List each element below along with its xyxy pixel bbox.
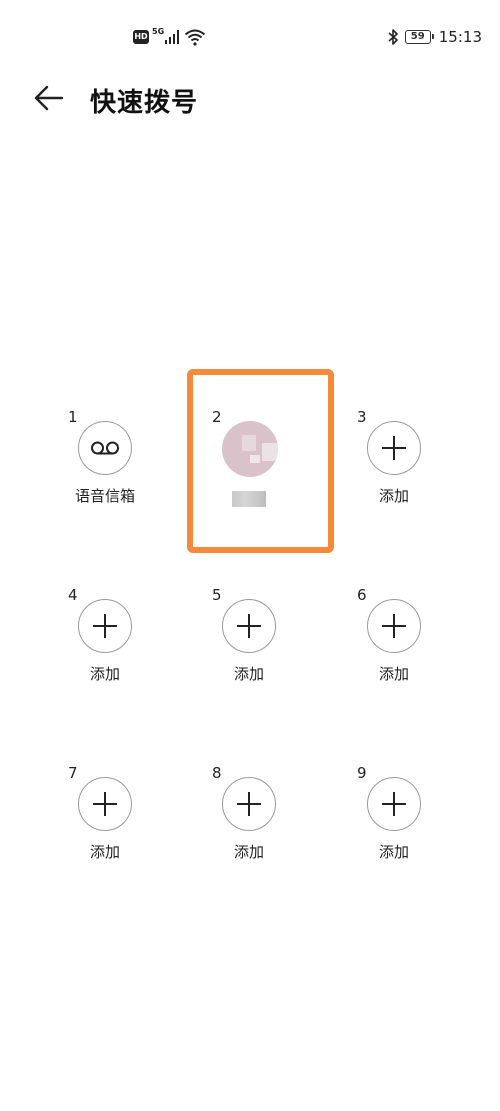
add-button[interactable] (78, 599, 132, 653)
wifi-icon (184, 29, 206, 46)
slot-number: 7 (68, 764, 78, 782)
slot-number: 9 (357, 764, 367, 782)
plus-icon (382, 614, 406, 638)
slot-label: 添加 (233, 843, 265, 861)
slot-number: 6 (357, 586, 367, 604)
status-time: 15:13 (438, 28, 482, 46)
speed-dial-slot-8[interactable]: 8 添加 (212, 764, 312, 884)
add-button[interactable] (367, 599, 421, 653)
speed-dial-slot-1[interactable]: 1 语音信箱 (68, 408, 168, 528)
speed-dial-slot-3[interactable]: 3 添加 (357, 408, 457, 528)
plus-icon (93, 614, 117, 638)
add-button[interactable] (78, 777, 132, 831)
slot-number: 1 (68, 408, 78, 426)
slot-number: 5 (212, 586, 222, 604)
app-header: 快速拨号 (0, 72, 500, 124)
slot-label: 添加 (233, 665, 265, 683)
plus-icon (237, 614, 261, 638)
add-button[interactable] (367, 421, 421, 475)
slot-label: 添加 (378, 665, 410, 683)
slot-label: 添加 (378, 843, 410, 861)
network-type: 5G (152, 26, 165, 36)
add-button[interactable] (222, 599, 276, 653)
speed-dial-slot-2[interactable]: 2 (212, 408, 312, 528)
battery-icon: 59 (404, 30, 434, 44)
speed-dial-slot-5[interactable]: 5 添加 (212, 586, 312, 706)
contact-name-redacted (232, 491, 266, 507)
slot-number: 4 (68, 586, 78, 604)
hd-badge: HD (133, 30, 149, 44)
speed-dial-slot-7[interactable]: 7 添加 (68, 764, 168, 884)
slot-number: 8 (212, 764, 222, 782)
bluetooth-icon (388, 29, 398, 45)
plus-icon (382, 792, 406, 816)
slot-number: 3 (357, 408, 367, 426)
back-arrow-icon (34, 85, 64, 111)
speed-dial-slot-9[interactable]: 9 添加 (357, 764, 457, 884)
contact-avatar[interactable] (222, 421, 278, 477)
status-bar-left: HD 5G (133, 26, 206, 48)
status-bar-right: 59 15:13 (387, 26, 482, 48)
signal-strength-icon (165, 30, 180, 44)
add-button[interactable] (367, 777, 421, 831)
slot-number: 2 (212, 408, 222, 426)
back-button[interactable] (30, 80, 68, 116)
speed-dial-slot-6[interactable]: 6 添加 (357, 586, 457, 706)
plus-icon (237, 792, 261, 816)
slot-label: 添加 (89, 843, 121, 861)
slot-label: 语音信箱 (74, 487, 136, 505)
plus-icon (382, 436, 406, 460)
slot-label: 添加 (378, 487, 410, 505)
voicemail-icon (91, 441, 119, 455)
plus-icon (93, 792, 117, 816)
slot-label: 添加 (89, 665, 121, 683)
status-bar: HD 5G 59 15:13 (0, 0, 500, 60)
add-button[interactable] (222, 777, 276, 831)
speed-dial-slot-4[interactable]: 4 添加 (68, 586, 168, 706)
slot-button[interactable] (78, 421, 132, 475)
page-title: 快速拨号 (90, 88, 199, 118)
